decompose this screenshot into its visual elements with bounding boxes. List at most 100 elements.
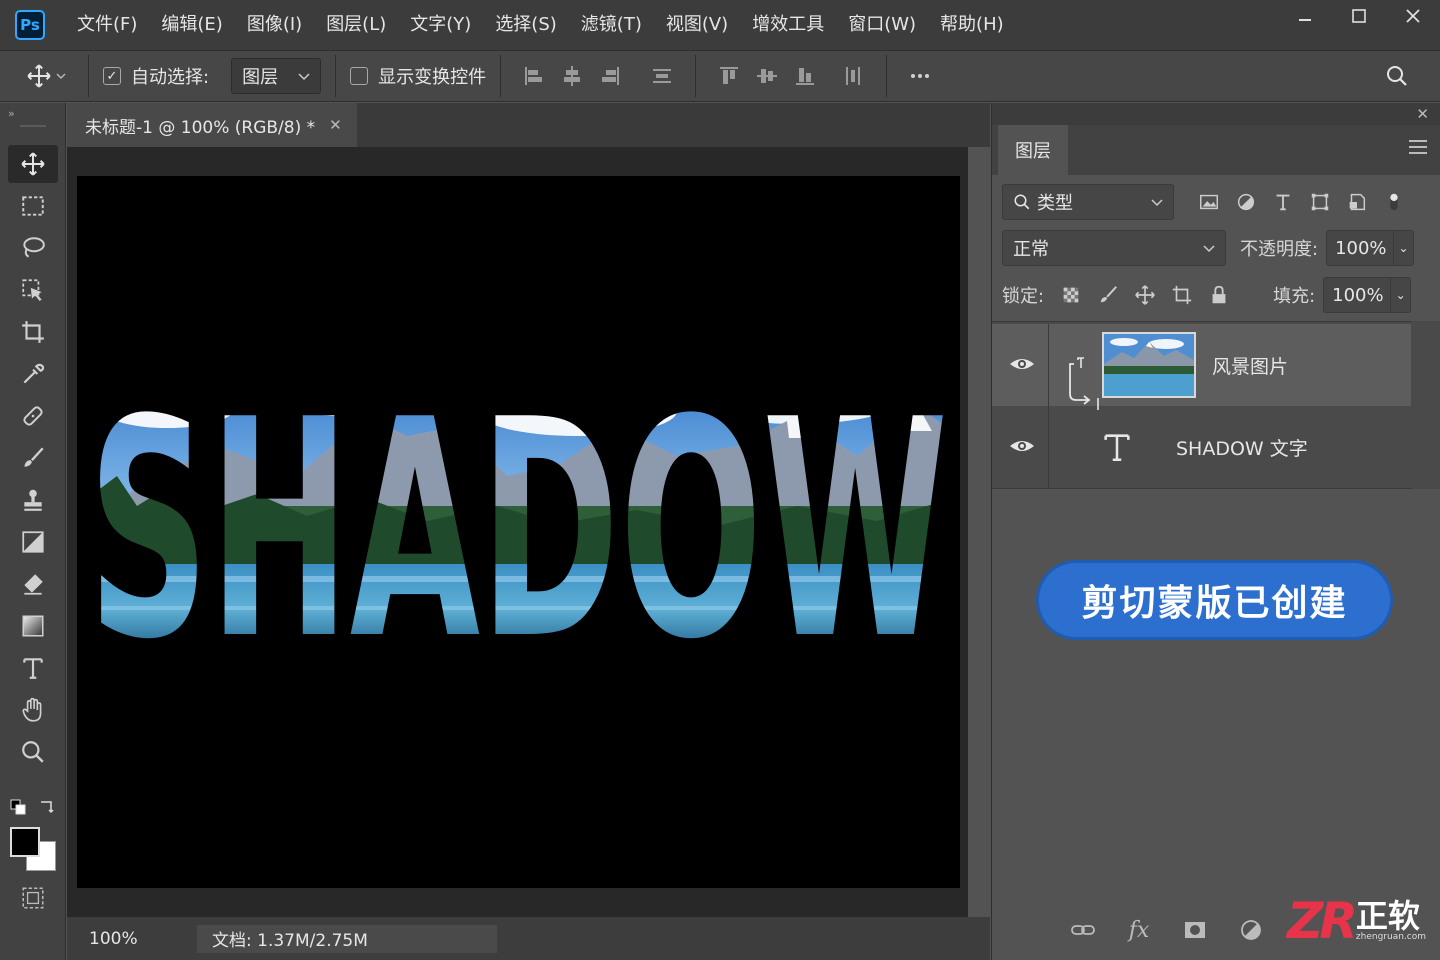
lock-icon (1212, 285, 1225, 304)
artboard-icon (1172, 285, 1191, 305)
clone-stamp-tool[interactable] (8, 481, 58, 519)
auto-select-target-dropdown[interactable]: 图层 (231, 58, 322, 94)
marquee-tool[interactable] (8, 187, 58, 225)
opacity-field[interactable]: 100% ⌄ (1326, 230, 1415, 266)
eraser-icon (24, 574, 43, 595)
divider (695, 55, 697, 97)
history-brush-tool[interactable] (8, 523, 58, 561)
crop-tool[interactable] (8, 313, 58, 351)
menu-help[interactable]: 帮助(H) (928, 0, 1016, 50)
align-middle-v-button[interactable] (748, 58, 786, 94)
healing-brush-tool[interactable] (8, 397, 58, 435)
toolbar-grip[interactable] (20, 125, 46, 127)
document-size-info[interactable]: 文档: 1.37M/2.75M (197, 924, 497, 953)
lasso-tool[interactable] (8, 229, 58, 267)
swap-colors-icon[interactable] (38, 799, 54, 815)
eraser-tool[interactable] (8, 565, 58, 603)
lock-transparency-button[interactable] (1052, 277, 1089, 313)
menu-window[interactable]: 窗口(W) (836, 0, 928, 50)
layer-name-shadow-text[interactable]: SHADOW 文字 (1176, 434, 1308, 461)
chevron-down-icon (1203, 245, 1215, 253)
align-top-button[interactable] (710, 58, 748, 94)
distribute-horizontal-icon (653, 69, 672, 83)
more-options-button[interactable] (901, 58, 939, 94)
menu-filter[interactable]: 滤镜(T) (569, 0, 654, 50)
minimize-button[interactable] (1278, 0, 1332, 32)
eye-icon[interactable] (1008, 352, 1036, 376)
search-button[interactable] (1378, 58, 1416, 94)
hand-icon (22, 697, 42, 722)
panel-menu-icon[interactable] (1409, 140, 1427, 156)
fx-button[interactable]: fx (1124, 915, 1154, 945)
close-panel-icon[interactable]: ✕ (1416, 105, 1429, 123)
link-layers-button[interactable] (1068, 915, 1098, 945)
close-window-button[interactable] (1386, 0, 1440, 32)
gradient-tool[interactable] (8, 607, 58, 645)
maximize-button[interactable] (1332, 0, 1386, 32)
zoom-tool[interactable] (8, 733, 58, 771)
menu-layer[interactable]: 图层(L) (314, 0, 398, 50)
maximize-icon (1352, 9, 1366, 23)
move-tool[interactable] (8, 145, 58, 183)
menu-view[interactable]: 视图(V) (654, 0, 740, 50)
distribute-h-button[interactable] (643, 58, 681, 94)
layer-row-shadow-text[interactable]: SHADOW 文字 (992, 406, 1411, 488)
layer-filter-dropdown[interactable]: 类型 (1002, 184, 1174, 220)
default-colors-icon[interactable] (10, 799, 26, 815)
foreground-color-swatch[interactable] (10, 827, 40, 857)
distribute-v-button[interactable] (834, 58, 872, 94)
hand-tool[interactable] (8, 691, 58, 729)
layers-scrollbar[interactable] (1412, 321, 1440, 489)
distribute-vertical-icon (846, 67, 861, 85)
align-right-button[interactable] (591, 58, 629, 94)
lock-all-button[interactable] (1200, 277, 1237, 313)
filter-shape-button[interactable] (1301, 184, 1338, 220)
menu-edit[interactable]: 编辑(E) (149, 0, 234, 50)
filter-type-button[interactable] (1264, 184, 1301, 220)
menu-type[interactable]: 文字(Y) (398, 0, 483, 50)
filter-smart-object-button[interactable] (1338, 184, 1375, 220)
lock-position-button[interactable] (1126, 277, 1163, 313)
quick-mask-button[interactable] (8, 879, 58, 917)
menu-file[interactable]: 文件(F) (65, 0, 149, 50)
clipped-shadow-text: SHADOW (88, 356, 948, 654)
divider (1048, 406, 1049, 488)
menu-plugins[interactable]: 增效工具 (740, 0, 836, 50)
gradient-square-icon (22, 531, 44, 553)
show-transform-checkbox[interactable] (350, 67, 369, 85)
lock-artboard-button[interactable] (1163, 277, 1200, 313)
blend-mode-dropdown[interactable]: 正常 (1002, 230, 1226, 266)
eye-icon[interactable] (1008, 434, 1036, 458)
add-mask-button[interactable] (1180, 915, 1210, 945)
canvas[interactable]: SHADOW (77, 176, 960, 888)
rectangular-marquee-icon (22, 196, 44, 216)
brush-tool[interactable] (8, 439, 58, 477)
zoom-level[interactable]: 100% (67, 929, 167, 949)
align-bottom-button[interactable] (786, 58, 824, 94)
eyedropper-tool[interactable] (8, 355, 58, 393)
layer-name-landscape[interactable]: 风景图片 (1212, 352, 1288, 379)
align-left-button[interactable] (515, 58, 553, 94)
move-tool-preset[interactable] (26, 63, 74, 89)
lock-pixels-button[interactable] (1089, 277, 1126, 313)
auto-select-checkbox[interactable]: ✓ (103, 67, 121, 85)
document-tab[interactable]: 未标题-1 @ 100% (RGB/8) * ✕ (67, 103, 357, 147)
tab-layers[interactable]: 图层 (998, 125, 1068, 175)
new-adjustment-button[interactable] (1236, 915, 1266, 945)
fill-field[interactable]: 100% ⌄ (1323, 277, 1412, 313)
chevron-down-icon[interactable]: ⌄ (1393, 231, 1413, 265)
layer-thumbnail[interactable] (1102, 332, 1196, 398)
collapse-toolbar-icon[interactable]: » (8, 107, 15, 120)
menu-image[interactable]: 图像(I) (235, 0, 314, 50)
type-tool[interactable] (8, 649, 58, 687)
object-selection-tool[interactable] (8, 271, 58, 309)
align-center-h-button[interactable] (553, 58, 591, 94)
menu-select[interactable]: 选择(S) (483, 0, 568, 50)
layer-row-landscape[interactable]: 风景图片 (992, 324, 1411, 410)
chevron-down-icon[interactable]: ⌄ (1390, 278, 1410, 312)
layer-filter-row: 类型 (1002, 183, 1432, 221)
filter-toggle[interactable] (1375, 184, 1412, 220)
close-tab-icon[interactable]: ✕ (329, 116, 342, 134)
filter-adjustment-button[interactable] (1227, 184, 1264, 220)
filter-pixel-button[interactable] (1190, 184, 1227, 220)
